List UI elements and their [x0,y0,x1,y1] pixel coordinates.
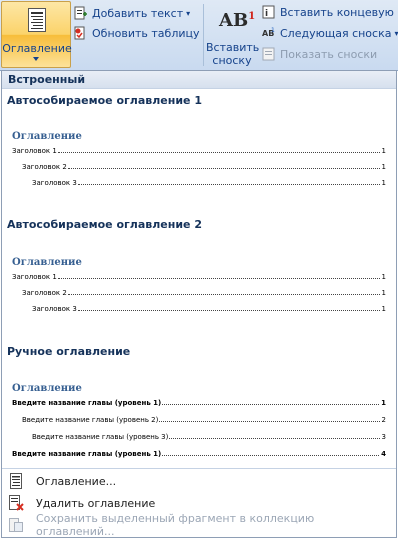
gallery-item-title: Автособираемое оглавление 2 [7,218,202,231]
update-table-button[interactable]: Обновить таблицу [74,24,200,42]
toc-preview: Оглавление Заголовок 11 Заголовок 21 Заг… [8,235,388,331]
add-text-icon [74,6,87,20]
menu-item-label: Оглавление... [36,474,117,488]
preview-line: Заголовок 21 [22,289,386,297]
preview-heading: Оглавление [12,257,82,268]
chevron-down-icon: ▾ [394,28,398,38]
chevron-down-icon: ▾ [186,8,191,18]
add-text-button[interactable]: Добавить текст ▾ [74,4,190,22]
toc-gallery-dropdown: Встроенный Автособираемое оглавление 1 О… [1,70,397,538]
menu-item-label: Сохранить выделенный фрагмент в коллекци… [36,512,315,538]
toc-preview: Оглавление Введите название главы (урове… [8,361,388,461]
preview-heading: Оглавление [12,383,82,394]
table-of-contents-icon [10,473,22,489]
gallery-section-header: Встроенный [2,71,396,89]
ribbon-separator [203,4,204,66]
insert-footnote-label-line1: Вставить [206,41,260,54]
menu-item-toc-dialog[interactable]: Оглавление... [2,470,396,492]
update-table-icon [74,26,85,40]
insert-endnote-button[interactable]: i Вставить концевую сн [262,3,398,21]
insert-footnote-label-line2: сноску [212,54,252,67]
gallery-item-title: Ручное оглавление [7,345,131,358]
chevron-down-icon [33,57,39,61]
next-footnote-icon: AB 1 [262,27,275,38]
svg-text:i: i [265,9,268,19]
insert-footnote-button[interactable]: AB1 Вставить сноску [206,4,260,67]
remove-toc-icon [9,495,24,511]
menu-item-label: Удалить оглавление [36,496,156,510]
gallery-item-title: Автособираемое оглавление 1 [7,94,202,107]
preview-line: Заголовок 11 [12,273,386,281]
menu-item-remove-toc[interactable]: Удалить оглавление [2,492,396,514]
next-footnote-label: Следующая сноска [280,26,392,40]
gallery-item-auto-toc-2[interactable]: Автособираемое оглавление 2 Оглавление З… [2,213,396,337]
add-text-label: Добавить текст [92,6,184,20]
menu-separator [2,468,396,469]
insert-footnote-label: Вставить сноску [206,41,260,67]
update-table-label: Обновить таблицу [92,26,200,40]
ribbon: Оглавление Добавить текст ▾ Обновить таб… [0,0,398,71]
preview-line: Заголовок 31 [32,179,386,187]
preview-line: Заголовок 31 [32,305,386,313]
preview-heading: Оглавление [12,131,82,142]
save-selection-icon [9,518,23,532]
show-notes-label: Показать сноски [280,47,378,61]
show-notes-icon [262,47,275,61]
table-of-contents-icon [28,8,46,32]
show-notes-button[interactable]: Показать сноски [262,45,377,63]
menu-item-save-selection[interactable]: Сохранить выделенный фрагмент в коллекци… [2,512,396,538]
preview-line: Заголовок 21 [22,163,386,171]
preview-line: Введите название главы (уровень 2) 2 [22,416,386,424]
toc-button-label: Оглавление [2,42,72,55]
gallery-item-auto-toc-1[interactable]: Автособираемое оглавление 1 Оглавление З… [2,89,396,213]
preview-line: Введите название главы (уровень 3) 3 [32,433,386,441]
endnote-icon: i [262,5,275,19]
toc-preview: Оглавление Заголовок 11 Заголовок 21 Заг… [8,111,388,207]
preview-line: Введите название главы (уровень 1) 4 [12,450,386,458]
svg-text:1: 1 [271,27,275,34]
footnote-icon: AB1 [219,10,256,31]
toc-button[interactable]: Оглавление [1,1,72,68]
preview-line: Введите название главы (уровень 1) 1 [12,399,386,407]
gallery-item-manual-toc[interactable]: Ручное оглавление Оглавление Введите наз… [2,339,396,463]
insert-endnote-label: Вставить концевую сн [280,5,398,19]
preview-line: Заголовок 11 [12,147,386,155]
next-footnote-button[interactable]: AB 1 Следующая сноска ▾ [262,24,398,42]
